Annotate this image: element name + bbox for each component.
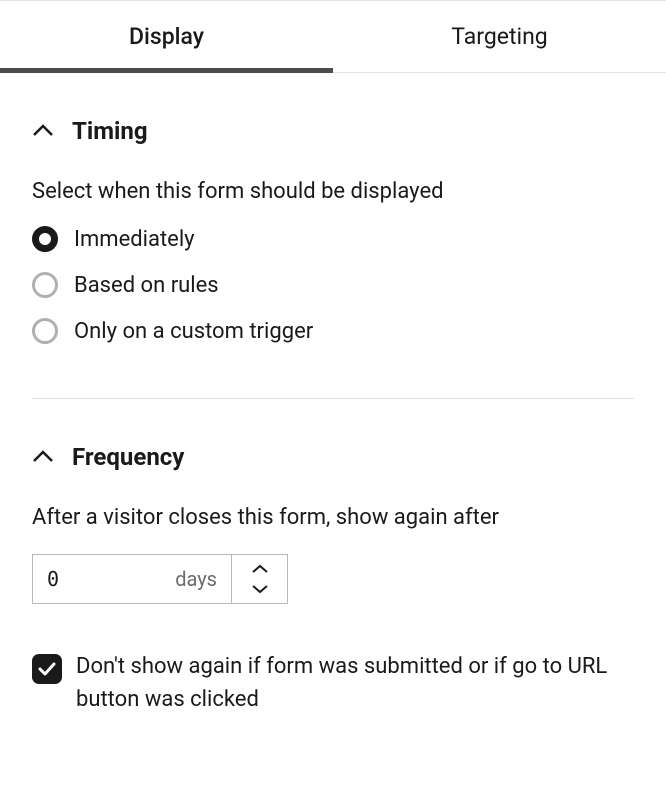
timing-radio-group: Immediately Based on rules Only on a cus…: [32, 226, 634, 344]
radio-icon: [32, 272, 58, 298]
panel: Timing Select when this form should be d…: [0, 73, 666, 716]
frequency-number-input[interactable]: 0 days: [32, 554, 288, 604]
section-frequency: Frequency After a visitor closes this fo…: [32, 399, 634, 716]
frequency-description: After a visitor closes this form, show a…: [32, 505, 634, 530]
tab-display-label: Display: [129, 23, 204, 50]
section-timing-title: Timing: [72, 117, 148, 145]
radio-custom-label: Only on a custom trigger: [74, 319, 313, 344]
tab-targeting[interactable]: Targeting: [333, 1, 666, 72]
checkbox-checked-icon: [32, 654, 62, 684]
radio-rules[interactable]: Based on rules: [32, 272, 634, 298]
radio-custom[interactable]: Only on a custom trigger: [32, 318, 634, 344]
radio-immediately-label: Immediately: [74, 227, 195, 252]
checkbox-dont-show-again-label: Don't show again if form was submitted o…: [76, 650, 634, 716]
number-value: 0: [47, 567, 59, 591]
number-value-box[interactable]: 0 days: [33, 555, 231, 603]
number-unit: days: [175, 567, 217, 591]
section-frequency-title: Frequency: [72, 443, 184, 471]
tab-targeting-label: Targeting: [451, 23, 547, 50]
tabs: Display Targeting: [0, 0, 666, 73]
checkbox-dont-show-again[interactable]: Don't show again if form was submitted o…: [32, 650, 634, 716]
stepper-up-icon[interactable]: [251, 560, 269, 579]
radio-icon: [32, 318, 58, 344]
section-timing: Timing Select when this form should be d…: [32, 73, 634, 344]
section-frequency-header[interactable]: Frequency: [32, 443, 634, 471]
number-stepper[interactable]: [231, 555, 287, 603]
stepper-down-icon[interactable]: [251, 579, 269, 598]
radio-rules-label: Based on rules: [74, 273, 219, 298]
radio-icon-selected: [32, 226, 58, 252]
chevron-up-icon: [32, 120, 54, 142]
chevron-up-icon: [32, 446, 54, 468]
timing-description: Select when this form should be displaye…: [32, 179, 634, 204]
tab-display[interactable]: Display: [0, 1, 333, 72]
section-timing-header[interactable]: Timing: [32, 117, 634, 145]
radio-immediately[interactable]: Immediately: [32, 226, 634, 252]
